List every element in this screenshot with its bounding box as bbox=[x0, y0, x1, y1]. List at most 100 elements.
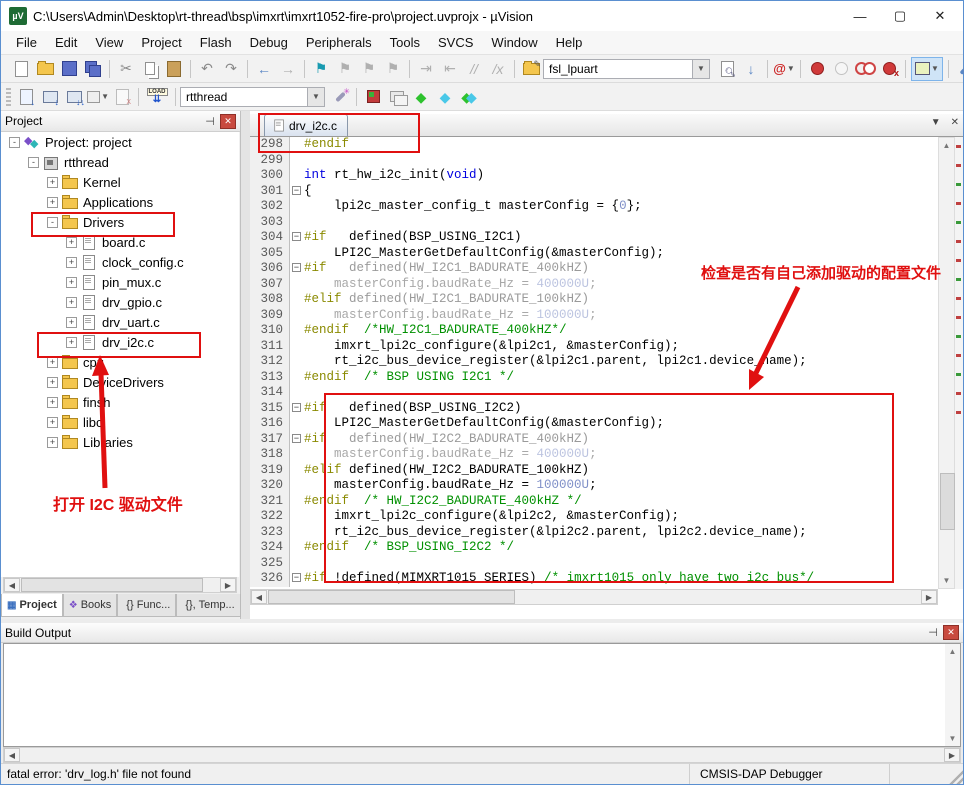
menu-tools[interactable]: Tools bbox=[381, 32, 429, 53]
comment-icon[interactable]: // bbox=[463, 58, 485, 80]
uncomment-icon[interactable]: /x bbox=[487, 58, 509, 80]
code-line-320[interactable]: 320 masterConfig.baudRate_Hz = 100000U; bbox=[250, 478, 938, 494]
code-line-314[interactable]: 314 bbox=[250, 385, 938, 401]
code-line-301[interactable]: 301{ bbox=[250, 184, 938, 200]
toolbar-grip2[interactable] bbox=[6, 88, 11, 106]
code-editor[interactable]: 298#endif299300int rt_hw_i2c_init(void)3… bbox=[250, 137, 938, 589]
build-output-vscrollbar[interactable]: ▲ ▼ bbox=[945, 644, 960, 746]
tree-item-clock-config-c[interactable]: +clock_config.c bbox=[1, 252, 239, 272]
resize-grip[interactable] bbox=[949, 764, 963, 784]
stop-build-icon[interactable]: x bbox=[111, 86, 133, 108]
window-layout-icon[interactable]: ▼ bbox=[911, 57, 943, 81]
file-extensions-icon[interactable] bbox=[386, 86, 408, 108]
expand-plus-icon[interactable]: + bbox=[47, 437, 58, 448]
menu-view[interactable]: View bbox=[86, 32, 132, 53]
build-output-content[interactable] bbox=[3, 643, 961, 747]
project-tree-hscrollbar[interactable]: ◀ ▶ bbox=[3, 577, 237, 593]
unindent-icon[interactable]: ⇤ bbox=[439, 58, 461, 80]
fold-minus-icon[interactable] bbox=[290, 230, 304, 246]
code-line-318[interactable]: 318 masterConfig.baudRate_Hz = 400000U; bbox=[250, 447, 938, 463]
expand-plus-icon[interactable]: + bbox=[47, 397, 58, 408]
paste-icon[interactable] bbox=[163, 58, 185, 80]
fold-minus-icon[interactable] bbox=[290, 184, 304, 200]
disable-all-breakpoints-icon[interactable] bbox=[854, 58, 876, 80]
rebuild-icon[interactable]: ↓↓ bbox=[63, 86, 85, 108]
target-options-wand-icon[interactable]: ✳ bbox=[329, 86, 351, 108]
tree-item-pin-mux-c[interactable]: +pin_mux.c bbox=[1, 272, 239, 292]
pin-icon[interactable]: ⊣ bbox=[203, 114, 217, 128]
code-line-317[interactable]: 317#if defined(HW_I2C2_BADURATE_400kHZ) bbox=[250, 432, 938, 448]
code-line-298[interactable]: 298#endif bbox=[250, 137, 938, 153]
expand-plus-icon[interactable]: + bbox=[47, 177, 58, 188]
search-text-combo[interactable]: fsl_lpuart bbox=[543, 59, 693, 79]
scroll-left-icon[interactable]: ◀ bbox=[4, 748, 20, 762]
expand-plus-icon[interactable]: + bbox=[47, 197, 58, 208]
collapse-minus-icon[interactable]: - bbox=[28, 157, 39, 168]
code-line-323[interactable]: 323 rt_i2c_bus_device_register(&lpi2c2.p… bbox=[250, 525, 938, 541]
tree-item-drivers[interactable]: -Drivers bbox=[1, 212, 239, 232]
tree-item-project-project[interactable]: -Project: project bbox=[1, 132, 239, 152]
panel-tab-func[interactable]: {} Func... bbox=[117, 594, 176, 617]
code-line-316[interactable]: 316 LPI2C_MasterGetDefaultConfig(&master… bbox=[250, 416, 938, 432]
tree-item-drv-i2c-c[interactable]: +drv_i2c.c bbox=[1, 332, 239, 352]
target-combo-dropdown[interactable]: ▼ bbox=[308, 87, 325, 107]
expand-plus-icon[interactable]: + bbox=[66, 317, 77, 328]
minimize-button[interactable]: — bbox=[843, 5, 877, 27]
configure-icon[interactable] bbox=[954, 58, 964, 80]
insert-breakpoint-icon[interactable] bbox=[806, 58, 828, 80]
code-line-315[interactable]: 315#if defined(BSP_USING_I2C2) bbox=[250, 401, 938, 417]
menu-edit[interactable]: Edit bbox=[46, 32, 86, 53]
open-file-icon[interactable] bbox=[34, 58, 56, 80]
code-line-304[interactable]: 304#if defined(BSP_USING_I2C1) bbox=[250, 230, 938, 246]
run-to-cursor-icon[interactable]: ↓ bbox=[740, 58, 762, 80]
prev-bookmark-icon[interactable]: ⚑ bbox=[334, 58, 356, 80]
copy-icon[interactable] bbox=[139, 58, 161, 80]
expand-plus-icon[interactable]: + bbox=[66, 337, 77, 348]
tree-item-applications[interactable]: +Applications bbox=[1, 192, 239, 212]
clear-bookmarks-icon[interactable]: ⚑ bbox=[382, 58, 404, 80]
tree-item-board-c[interactable]: +board.c bbox=[1, 232, 239, 252]
search-combo-dropdown[interactable]: ▼ bbox=[693, 59, 710, 79]
code-line-321[interactable]: 321#endif /* HW_I2C2_BADURATE_400kHZ */ bbox=[250, 494, 938, 510]
lookup-symbol-icon[interactable]: @▼ bbox=[773, 58, 795, 80]
redo-icon[interactable]: ↷ bbox=[220, 58, 242, 80]
menu-window[interactable]: Window bbox=[482, 32, 546, 53]
manage-rte-icon[interactable]: ◆ bbox=[410, 86, 432, 108]
download-icon[interactable]: LOAD⇊ bbox=[144, 86, 170, 108]
select-software-packs-icon[interactable]: ◆ bbox=[434, 86, 456, 108]
panel-tab-project[interactable]: ▦Project bbox=[1, 594, 63, 617]
code-line-299[interactable]: 299 bbox=[250, 153, 938, 169]
build-output-close-icon[interactable]: ✕ bbox=[943, 625, 959, 640]
close-document-icon[interactable]: ✕ bbox=[951, 117, 959, 128]
menu-file[interactable]: File bbox=[7, 32, 46, 53]
expand-plus-icon[interactable]: + bbox=[47, 357, 58, 368]
scroll-up-icon[interactable]: ▲ bbox=[939, 138, 954, 153]
expand-plus-icon[interactable]: + bbox=[66, 297, 77, 308]
indent-icon[interactable]: ⇥ bbox=[415, 58, 437, 80]
tree-item-finsh[interactable]: +finsh bbox=[1, 392, 239, 412]
fold-minus-icon[interactable] bbox=[290, 432, 304, 448]
navigate-back-icon[interactable]: ← bbox=[253, 58, 275, 80]
menu-flash[interactable]: Flash bbox=[191, 32, 241, 53]
menu-debug[interactable]: Debug bbox=[241, 32, 297, 53]
code-line-324[interactable]: 324#endif /* BSP_USING_I2C2 */ bbox=[250, 540, 938, 556]
code-line-303[interactable]: 303 bbox=[250, 215, 938, 231]
tree-item-rtthread[interactable]: -rtthread bbox=[1, 152, 239, 172]
expand-plus-icon[interactable]: + bbox=[47, 417, 58, 428]
tab-drv-i2c[interactable]: drv_i2c.c bbox=[264, 114, 348, 136]
code-line-322[interactable]: 322 imxrt_lpi2c_configure(&lpi2c2, &mast… bbox=[250, 509, 938, 525]
kill-all-breakpoints-icon[interactable]: x bbox=[878, 58, 900, 80]
menu-project[interactable]: Project bbox=[132, 32, 190, 53]
tree-item-kernel[interactable]: +Kernel bbox=[1, 172, 239, 192]
batch-build-icon[interactable]: ▼ bbox=[87, 86, 109, 108]
tree-item-cpu[interactable]: +cpu bbox=[1, 352, 239, 372]
scroll-right-icon[interactable]: ▶ bbox=[921, 590, 937, 604]
scroll-down-icon[interactable]: ▼ bbox=[945, 731, 960, 746]
scroll-left-icon[interactable]: ◀ bbox=[4, 578, 20, 592]
code-line-312[interactable]: 312 rt_i2c_bus_device_register(&lpi2c1.p… bbox=[250, 354, 938, 370]
find-in-files-icon[interactable]: 🔍︎ bbox=[716, 58, 738, 80]
scroll-thumb[interactable] bbox=[940, 473, 955, 530]
new-file-icon[interactable] bbox=[10, 58, 32, 80]
build-icon[interactable]: ↓ bbox=[39, 86, 61, 108]
navigate-forward-icon[interactable]: → bbox=[277, 58, 299, 80]
